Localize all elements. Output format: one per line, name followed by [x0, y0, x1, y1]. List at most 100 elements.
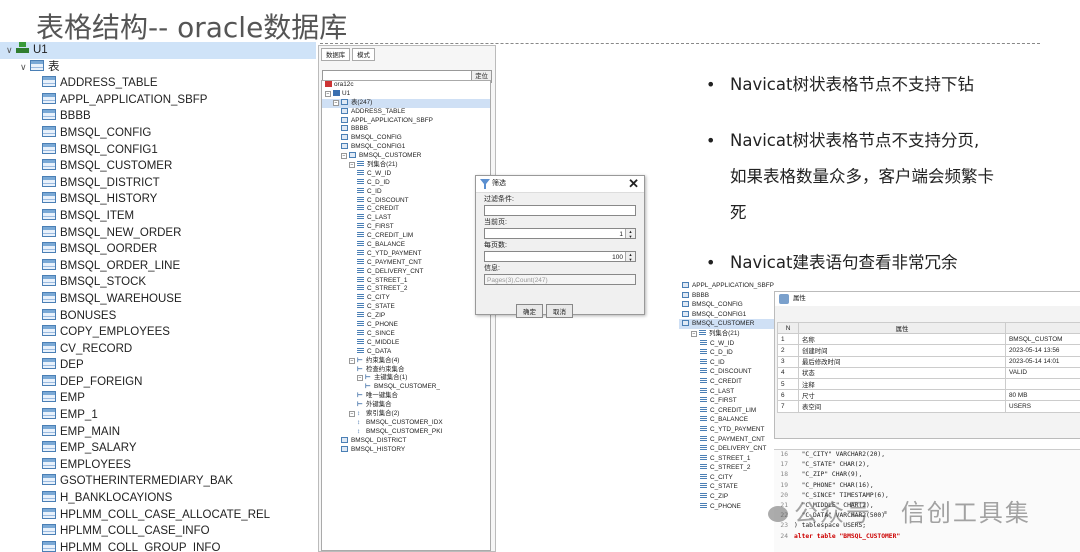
tree-node[interactable]: C_DELIVERY_CNT — [679, 444, 775, 454]
tree-node-table[interactable]: ADDRESS_TABLE — [0, 75, 316, 92]
tree-node[interactable]: C_STREET_2 — [679, 463, 775, 473]
tree-node[interactable]: BMSQL_CONFIG — [322, 134, 490, 143]
tree-node[interactable]: C_CREDIT — [322, 205, 490, 214]
tree-node[interactable]: C_FIRST — [679, 396, 775, 406]
tree-node-table[interactable]: EMP_1 — [0, 407, 316, 424]
tree-node-table[interactable]: BMSQL_ORDER_LINE — [0, 258, 316, 275]
tree-node[interactable]: BMSQL_DISTRICT — [322, 436, 490, 446]
tree-node[interactable]: C_CREDIT — [679, 377, 775, 387]
tab-schema[interactable]: 模式 — [352, 48, 375, 61]
cancel-button[interactable]: 取消 — [546, 304, 573, 318]
tree-node[interactable]: − 表(247) — [322, 98, 490, 108]
per-page-stepper[interactable]: 100 ▲ ▼ — [484, 251, 636, 262]
close-icon[interactable]: ✕ — [628, 176, 639, 192]
tree-node[interactable]: C_FIRST — [322, 223, 490, 232]
tree-node[interactable]: C_STREET_1 — [679, 454, 775, 464]
collapse-toggle-icon[interactable]: − — [349, 410, 355, 417]
tree-node[interactable]: C_LAST — [679, 387, 775, 397]
tree-node[interactable]: BMSQL_CONFIG1 — [679, 310, 775, 320]
tree-node[interactable]: − ⊢ 主键集合(1) — [322, 374, 490, 383]
tree-node-table[interactable]: BMSQL_STOCK — [0, 274, 316, 291]
tree-node[interactable]: C_YTD_PAYMENT — [322, 249, 490, 259]
tree-node-table[interactable]: BMSQL_HISTORY — [0, 191, 316, 208]
properties-row[interactable]: 4 状态 VALID — [777, 366, 1080, 379]
tree-node-table[interactable]: HPLMM_COLL_CASE_INFO — [0, 523, 316, 540]
properties-row[interactable]: 6 尺寸 80 MB — [777, 389, 1080, 402]
tree-node[interactable]: ora12c — [322, 81, 490, 90]
tree-node-tables-group[interactable]: ∨ 表 — [0, 59, 316, 76]
tree-node-table[interactable]: EMP_MAIN — [0, 424, 316, 441]
tree-node[interactable]: − BMSQL_CUSTOMER — [322, 152, 490, 161]
tree-node[interactable]: C_W_ID — [679, 339, 775, 349]
tree-node[interactable]: C_CREDIT_LIM — [679, 406, 775, 416]
tree-node-table[interactable]: BONUSES — [0, 308, 316, 325]
collapse-toggle-icon[interactable]: − — [349, 162, 355, 169]
ok-button[interactable]: 确定 — [516, 304, 543, 318]
collapse-toggle-icon[interactable]: − — [333, 99, 339, 106]
tree-node[interactable]: BBBB — [679, 291, 775, 301]
tree-node[interactable]: C_YTD_PAYMENT — [679, 425, 775, 435]
tree-node-table[interactable]: HPLMM_COLL_CASE_ALLOCATE_REL — [0, 507, 316, 524]
tree-node[interactable]: ADDRESS_TABLE — [322, 107, 490, 117]
tree-node-user-u1[interactable]: ∨ U1 — [0, 42, 316, 59]
tree-node[interactable]: C_STREET_1 — [322, 276, 490, 286]
tree-node[interactable]: ↕ BMSQL_CUSTOMER_PKI — [322, 428, 490, 437]
tree-node[interactable]: C_BALANCE — [679, 415, 775, 425]
tree-node-table[interactable]: BMSQL_CONFIG — [0, 125, 316, 142]
tree-node[interactable]: BMSQL_CONFIG — [679, 300, 775, 310]
tree-node[interactable]: − ⊢ 约束集合(4) — [322, 357, 490, 366]
tree-node-table[interactable]: GSOTHERINTERMEDIARY_BAK — [0, 473, 316, 490]
collapse-toggle-icon[interactable]: − — [691, 330, 697, 337]
tree-node-table[interactable]: DEP — [0, 357, 316, 374]
tree-node[interactable]: C_CREDIT_LIM — [322, 232, 490, 241]
tree-node[interactable]: C_CITY — [679, 473, 775, 483]
tree-node[interactable]: C_W_ID — [322, 169, 490, 179]
chevron-down-icon[interactable]: ∨ — [20, 59, 30, 76]
secondary-tree[interactable]: APPL_APPLICATION_SBFP BBBB BMSQL_CONFIG BMS… — [679, 281, 775, 552]
tree-node-table[interactable]: H_BANKLOCAYIONS — [0, 490, 316, 507]
tree-node[interactable]: − U1 — [322, 89, 490, 99]
tree-node[interactable]: C_DISCOUNT — [322, 196, 490, 206]
tree-node[interactable]: C_ID — [679, 358, 775, 368]
tree-node-table[interactable]: CV_RECORD — [0, 341, 316, 358]
tree-node-table[interactable]: EMPLOYEES — [0, 457, 316, 474]
tree-node[interactable]: C_BALANCE — [322, 241, 490, 250]
tree-node[interactable]: ⊢ BMSQL_CUSTOMER_ — [322, 383, 490, 392]
tree-node-table[interactable]: EMP — [0, 390, 316, 407]
tree-node[interactable]: C_STATE — [322, 303, 490, 312]
tree-node[interactable]: C_STREET_2 — [322, 285, 490, 294]
tree-node-table[interactable]: COPY_EMPLOYEES — [0, 324, 316, 341]
spinner-arrows-icon[interactable]: ▲ ▼ — [625, 229, 635, 239]
tree-node-table[interactable]: BMSQL_NEW_ORDER — [0, 225, 316, 242]
tree-node[interactable]: C_PAYMENT_CNT — [322, 258, 490, 268]
tree-node[interactable]: C_ZIP — [679, 492, 775, 502]
tree-node[interactable]: BMSQL_HISTORY — [322, 445, 490, 455]
tree-node-table[interactable]: BMSQL_WAREHOUSE — [0, 291, 316, 308]
tree-node-table[interactable]: BMSQL_DISTRICT — [0, 175, 316, 192]
tree-node[interactable]: ↕ BMSQL_CUSTOMER_IDX — [322, 419, 490, 428]
tree-node[interactable]: C_MIDDLE — [322, 338, 490, 348]
tree-node[interactable]: C_DISCOUNT — [679, 367, 775, 377]
tree-node-table[interactable]: DEP_FOREIGN — [0, 374, 316, 391]
tree-node[interactable]: C_ID — [322, 187, 490, 197]
properties-row[interactable]: 1 名称 BMSQL_CUSTOM — [777, 333, 1080, 346]
tree-node[interactable]: C_PHONE — [322, 321, 490, 330]
properties-row[interactable]: 5 注释 — [777, 377, 1080, 391]
tree-node-table[interactable]: BBBB — [0, 108, 316, 125]
tree-node-table[interactable]: HPLMM_COLL_GROUP_INFO — [0, 540, 316, 552]
tree-node-table[interactable]: BMSQL_CUSTOMER — [0, 158, 316, 175]
navicat-object-tree[interactable]: ∨ U1 ∨ 表 ADDRESS_TABLE APPL_APPLICATION_SBF… — [0, 42, 316, 552]
tree-node[interactable]: − 列集合(21) — [679, 329, 775, 339]
tree-node[interactable]: C_ZIP — [322, 312, 490, 321]
tree-node[interactable]: C_CITY — [322, 294, 490, 303]
current-page-stepper[interactable]: 1 ▲ ▼ — [484, 228, 636, 239]
collapse-toggle-icon[interactable]: − — [341, 153, 347, 160]
properties-row[interactable]: 3 最后修改时间 2023-05-14 14:01 — [777, 355, 1080, 368]
tree-node-table[interactable]: APPL_APPLICATION_SBFP — [0, 92, 316, 109]
tree-node-table[interactable]: BMSQL_ITEM — [0, 208, 316, 225]
tree-node-table[interactable]: BMSQL_CONFIG1 — [0, 142, 316, 159]
tree-node[interactable]: BMSQL_CONFIG1 — [322, 143, 490, 152]
client-tree-panel[interactable]: ora12c − U1− 表(247) ADDRESS_TABLE APPL_APPLIC… — [321, 80, 491, 551]
tree-node[interactable]: C_STATE — [679, 482, 775, 492]
collapse-toggle-icon[interactable]: − — [325, 90, 331, 97]
